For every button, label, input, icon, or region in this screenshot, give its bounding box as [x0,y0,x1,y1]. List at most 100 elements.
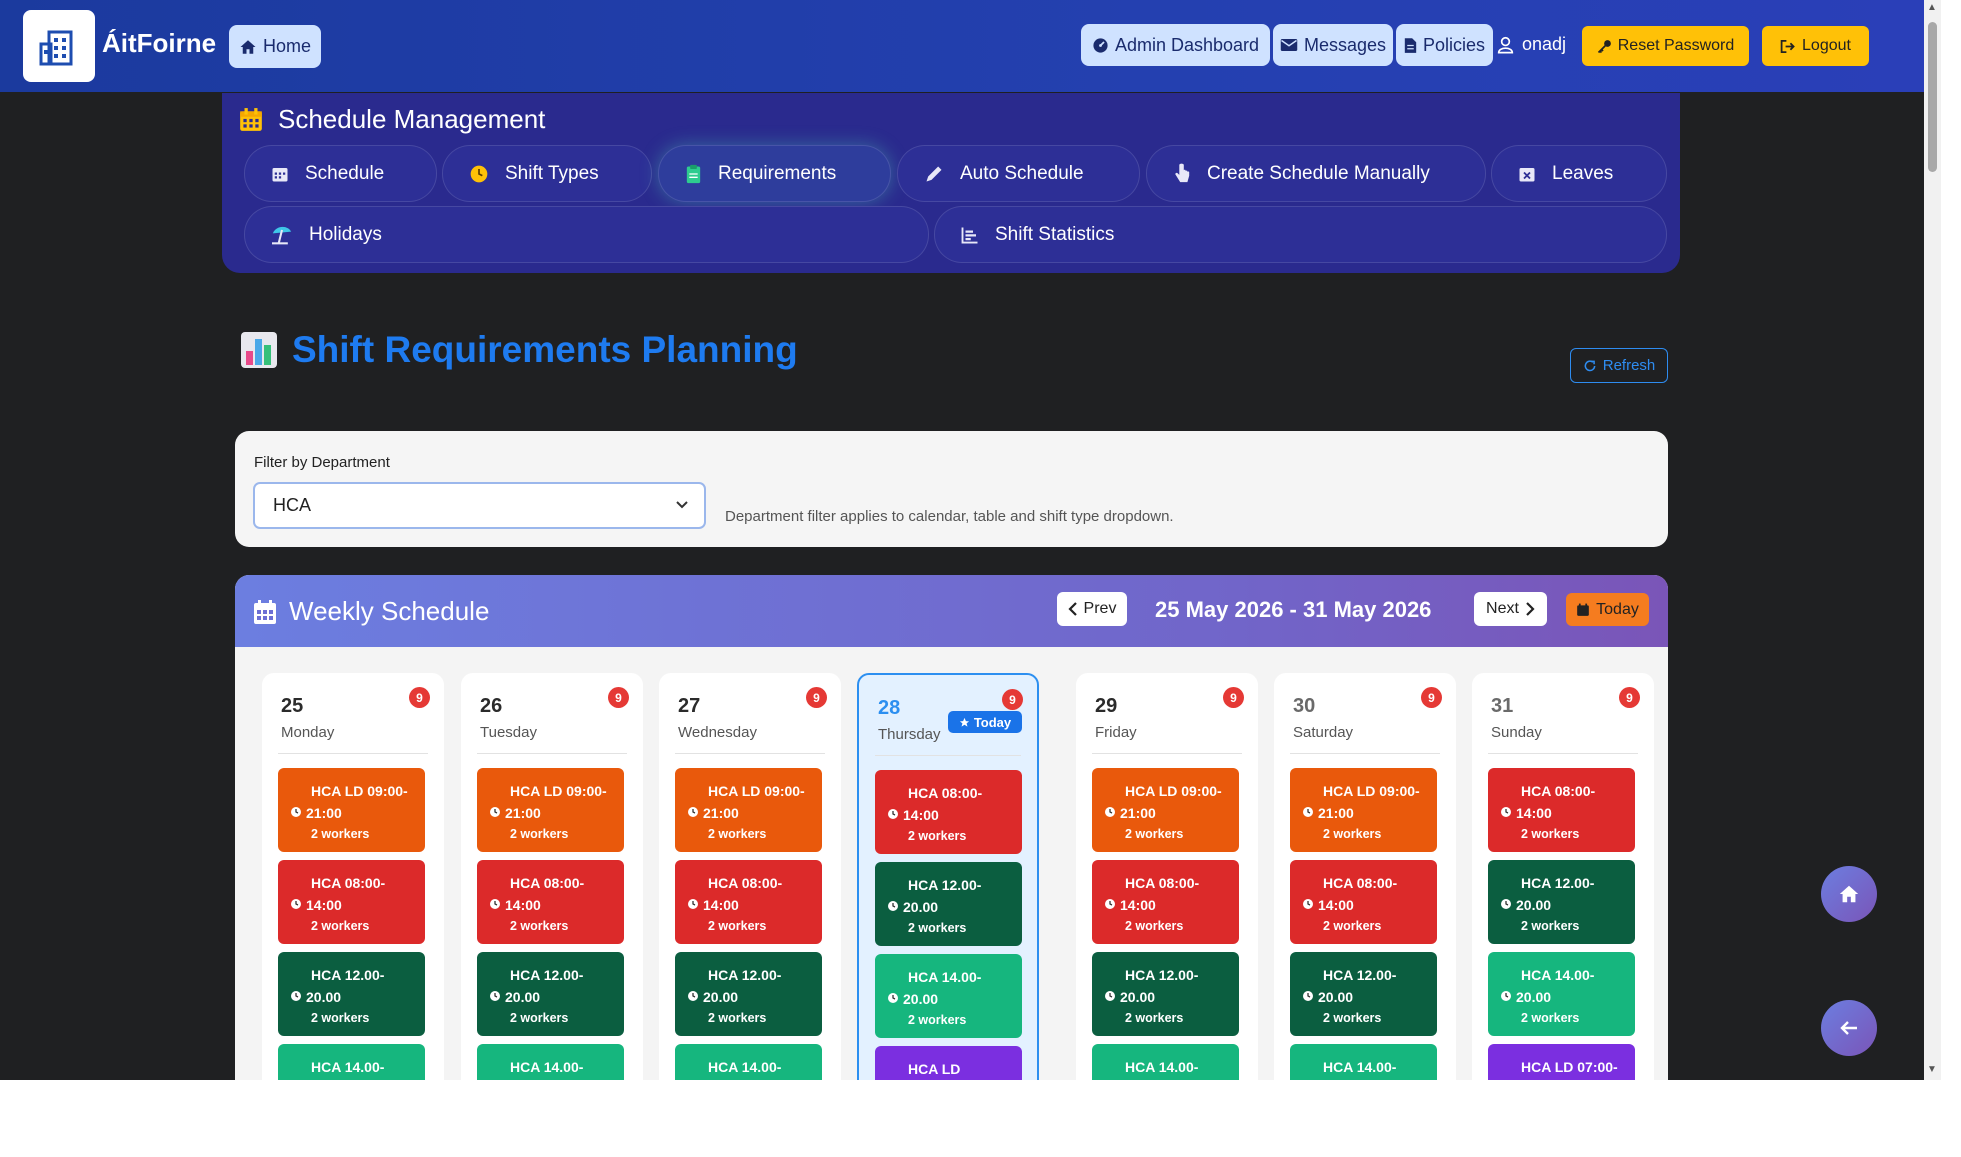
shift-end-time: 20.00 [1516,897,1552,913]
day-column[interactable]: 30 Saturday 9 HCA LD 09:00- 21:00 2 workers HC… [1274,673,1456,1080]
refresh-button[interactable]: Refresh [1570,348,1668,383]
tab-create-schedule-manually[interactable]: Create Schedule Manually [1146,145,1486,202]
next-week-button[interactable]: Next [1474,592,1547,626]
prev-week-button[interactable]: Prev [1057,592,1127,626]
scroll-down-arrow[interactable]: ▼ [1927,1064,1937,1075]
shift-requirement-card[interactable]: HCA 12.00- 20.00 2 workers [1092,952,1239,1036]
app-viewport: ÁitFoirne Home Admin Dashboard Messages … [0,0,1924,1080]
arrow-left-icon [1840,1021,1857,1035]
shift-requirement-card[interactable]: HCA LD 09:00- 21:00 2 workers [477,768,624,852]
day-name: Wednesday [678,724,757,741]
shift-name: HCA 12.00- [1521,875,1595,891]
home-icon [1839,885,1859,903]
day-column[interactable]: 27 Wednesday 9 HCA LD 09:00- 21:00 2 workers H… [659,673,841,1080]
shift-worker-count: 2 workers [311,1011,370,1025]
tab-requirements[interactable]: Requirements [658,145,891,202]
shift-requirement-card[interactable]: HCA LD 09:00- 21:00 2 workers [278,768,425,852]
admin-dashboard-button[interactable]: Admin Dashboard [1081,24,1270,66]
shift-requirement-card[interactable]: HCA 08:00- 14:00 2 workers [477,860,624,944]
shift-requirement-card[interactable]: HCA 14.00- [1092,1044,1239,1080]
shift-requirement-card[interactable]: HCA 14.00- [1290,1044,1437,1080]
day-name: Thursday [878,726,941,743]
floating-back-button[interactable] [1821,1000,1877,1056]
shift-requirement-card[interactable]: HCA 08:00- 14:00 2 workers [675,860,822,944]
shift-requirement-card[interactable]: HCA LD 09:00- 21:00 2 workers [675,768,822,852]
shift-requirement-card[interactable]: HCA LD 09:00- 21:00 2 workers [1290,768,1437,852]
brand-name[interactable]: ÁitFoirne [102,28,216,59]
home-button[interactable]: Home [229,25,321,68]
tab-shift-statistics[interactable]: Shift Statistics [934,206,1667,263]
tab-holidays[interactable]: Holidays [244,206,929,263]
shift-requirement-card[interactable]: HCA LD 07:00- [1488,1044,1635,1080]
envelope-icon [1280,39,1298,51]
clock-icon [1104,1078,1116,1080]
tab-shift-types-label: Shift Types [505,162,599,184]
next-label: Next [1486,600,1519,617]
clock-icon [489,1078,501,1080]
policies-button[interactable]: Policies [1396,24,1493,66]
shift-requirement-card[interactable]: HCA 12.00- 20.00 2 workers [675,952,822,1036]
scrollbar-thumb[interactable] [1928,22,1937,172]
bar-chart-icon [241,332,277,368]
shift-requirement-card[interactable]: HCA 12.00- 20.00 2 workers [1290,952,1437,1036]
day-column[interactable]: 29 Friday 9 HCA LD 09:00- 21:00 2 workers HCA … [1076,673,1258,1080]
shift-requirement-card[interactable]: HCA 08:00- 14:00 2 workers [875,770,1022,854]
shift-name: HCA 14.00- [708,1059,782,1075]
shift-worker-count: 2 workers [1521,1011,1580,1025]
scroll-up-arrow[interactable]: ▲ [1927,2,1937,13]
floating-home-button[interactable] [1821,866,1877,922]
shift-requirement-card[interactable]: HCA 12.00- 20.00 2 workers [278,952,425,1036]
shift-requirement-card[interactable]: HCA 08:00- 14:00 2 workers [1092,860,1239,944]
shift-requirement-card[interactable]: HCA 14.00- [675,1044,822,1080]
tab-shift-types[interactable]: Shift Types [442,145,652,202]
user-menu[interactable]: onadj [1497,34,1566,55]
tab-schedule[interactable]: Schedule [244,145,437,202]
shift-requirement-card[interactable]: HCA 08:00- 14:00 2 workers [1290,860,1437,944]
day-column[interactable]: 26 Tuesday 9 HCA LD 09:00- 21:00 2 workers HCA… [461,673,643,1080]
shift-requirement-card[interactable]: HCA 12.00- 20.00 2 workers [477,952,624,1036]
shift-requirement-card[interactable]: HCA LD 09:00- 21:00 2 workers [1092,768,1239,852]
shift-name: HCA 14.00- [908,969,982,985]
logout-button[interactable]: Logout [1762,26,1869,66]
reset-password-button[interactable]: Reset Password [1582,26,1749,66]
clock-icon [887,988,899,1010]
shift-requirement-card[interactable]: HCA 14.00- 20.00 2 workers [1488,952,1635,1036]
shift-requirement-card[interactable]: HCA 14.00- [477,1044,624,1080]
clock-icon [887,896,899,918]
day-column[interactable]: 28 Thursday 9 Today HCA 08:00- 14:00 2 workers… [857,673,1039,1080]
day-column[interactable]: 25 Monday 9 HCA LD 09:00- 21:00 2 workers HCA … [262,673,444,1080]
shift-requirement-card[interactable]: HCA 12.00- 20.00 2 workers [1488,860,1635,944]
day-column[interactable]: 31 Sunday 9 HCA 08:00- 14:00 2 workers HCA 12.… [1472,673,1654,1080]
shift-end-time: 21:00 [306,805,342,821]
day-number: 28 [878,697,901,719]
today-button[interactable]: Today [1566,593,1649,626]
shift-requirement-card[interactable]: HCA 14.00- 20.00 2 workers [875,954,1022,1038]
shift-requirement-card[interactable]: HCA 08:00- 14:00 2 workers [278,860,425,944]
star-icon [959,717,969,727]
shift-requirement-card[interactable]: HCA 14.00- [278,1044,425,1080]
day-divider [1092,753,1242,754]
shift-requirement-card[interactable]: HCA 08:00- 14:00 2 workers [1488,768,1635,852]
shift-worker-count: 2 workers [1125,1011,1184,1025]
department-select[interactable]: HCA [253,482,706,529]
page-title: Shift Requirements Planning [240,329,798,371]
shift-name: HCA 14.00- [1323,1059,1397,1075]
shift-requirement-card[interactable]: HCA 12.00- 20.00 2 workers [875,862,1022,946]
shift-requirement-card[interactable]: HCA LD [875,1046,1022,1080]
chevron-left-icon [1067,602,1077,616]
shift-worker-count: 2 workers [908,921,967,935]
clock-icon [1302,802,1314,824]
app-logo[interactable] [23,10,95,82]
shift-end-time: 14:00 [1120,897,1156,913]
shift-worker-count: 2 workers [1323,1011,1382,1025]
messages-button[interactable]: Messages [1273,24,1393,66]
tab-create-manually-label: Create Schedule Manually [1207,162,1430,184]
day-number: 27 [678,695,701,717]
vertical-scrollbar[interactable]: ▲ ▼ [1924,0,1941,1080]
shift-name: HCA LD 09:00- [1323,783,1420,799]
shift-name: HCA LD 09:00- [1125,783,1222,799]
tab-leaves[interactable]: Leaves [1491,145,1667,202]
tab-auto-schedule[interactable]: Auto Schedule [897,145,1140,202]
day-number: 31 [1491,695,1514,717]
clock-icon [489,894,501,916]
